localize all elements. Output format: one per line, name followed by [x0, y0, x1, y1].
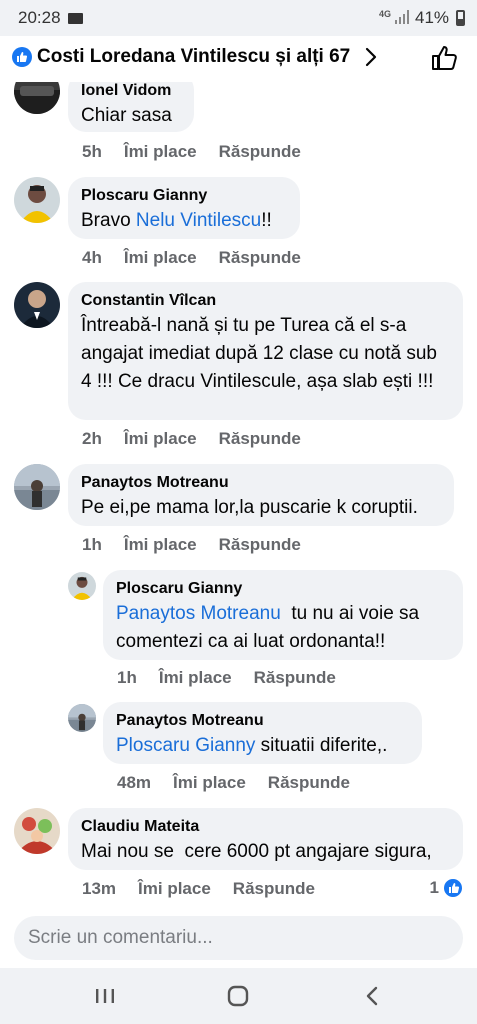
comment-item: Ionel Vidom Chiar sasa 5h Îmi place Răspun… [0, 82, 477, 172]
comment-time: 13m [82, 879, 117, 898]
signal-icon [395, 10, 409, 24]
comment-bubble: Ploscaru Gianny Bravo Nelu Vintilescu!! [68, 177, 300, 239]
comment-text-suffix: !! [261, 210, 272, 231]
avatar[interactable] [14, 177, 60, 223]
status-bar: 20:28 4G 41% [0, 0, 477, 36]
reply-link[interactable]: Răspunde [268, 773, 350, 793]
avatar[interactable] [68, 572, 96, 600]
comment-time: 1h [82, 535, 102, 554]
comment-item: Ploscaru Gianny Bravo Nelu Vintilescu!! … [0, 177, 477, 277]
comment-meta: 48m Îmi place Răspunde [117, 773, 372, 793]
chevron-right-icon[interactable] [363, 46, 379, 68]
comment-author[interactable]: Ploscaru Gianny [81, 185, 287, 207]
recent-apps-icon[interactable] [90, 982, 120, 1010]
avatar[interactable] [14, 464, 60, 510]
comment-meta: 2h Îmi place Răspunde [82, 429, 323, 449]
comment-bubble: Panaytos Motreanu Pe ei,pe mama lor,la p… [68, 464, 454, 526]
comment-time: 2h [82, 429, 102, 448]
comment-text-prefix: Bravo [81, 210, 136, 231]
avatar[interactable] [14, 82, 60, 114]
comment-item: Claudiu Mateita Mai nou se cere 6000 pt … [0, 808, 477, 908]
comment-text: Panaytos Motreanu tu nu ai voie sa comen… [116, 600, 456, 656]
comment-author[interactable]: Panaytos Motreanu [116, 710, 409, 732]
comment-meta: 1h Îmi place Răspunde [82, 535, 323, 555]
comment-time: 1h [117, 668, 137, 687]
reply-link[interactable]: Răspunde [219, 429, 301, 449]
reply-link[interactable]: Răspunde [233, 879, 315, 899]
comment-meta: 4h Îmi place Răspunde [82, 248, 323, 268]
comment-time: 48m [117, 773, 152, 792]
status-time: 20:28 [18, 8, 61, 27]
comment-text: Întreabă-l nană și tu pe Turea că el s-a… [81, 315, 437, 392]
comment-author[interactable]: Claudiu Mateita [81, 816, 450, 838]
comment-text: Bravo Nelu Vintilescu!! [81, 207, 287, 235]
mention-link[interactable]: Panaytos Motreanu [116, 603, 281, 624]
mention-link[interactable]: Ploscaru Gianny [116, 735, 255, 756]
comment-item: Panaytos Motreanu Pe ei,pe mama lor,la p… [0, 464, 477, 564]
reply-link[interactable]: Răspunde [219, 248, 301, 268]
network-type: 4G [379, 9, 392, 19]
reply-link[interactable]: Răspunde [219, 142, 301, 162]
like-link[interactable]: Îmi place [124, 429, 197, 449]
reply-item: Panaytos Motreanu Ploscaru Gianny situat… [0, 702, 477, 802]
comment-text: Mai nou se cere 6000 pt angajare sigura, [81, 841, 432, 862]
comment-text: Ploscaru Gianny situatii diferite,. [116, 732, 409, 760]
reactors-title[interactable]: Costi Loredana Vintilescu și alți 67 [37, 46, 350, 68]
comments-list[interactable]: Ionel Vidom Chiar sasa 5h Îmi place Răspun… [0, 82, 477, 908]
comment-meta: 5h Îmi place Răspunde [82, 142, 323, 162]
comment-author[interactable]: Ionel Vidom [81, 82, 181, 102]
comment-item: Constantin Vîlcan Întreabă-l nană și tu … [0, 282, 477, 457]
comment-bubble: Constantin Vîlcan Întreabă-l nană și tu … [68, 282, 463, 420]
comment-composer [0, 908, 477, 968]
comment-meta: 13m Îmi place Răspunde [82, 879, 337, 899]
avatar[interactable] [14, 808, 60, 854]
comment-author[interactable]: Panaytos Motreanu [81, 472, 441, 494]
like-reaction-icon [443, 878, 463, 898]
system-nav-bar [0, 968, 477, 1024]
like-link[interactable]: Îmi place [173, 773, 246, 793]
comment-bubble: Panaytos Motreanu Ploscaru Gianny situat… [103, 702, 422, 764]
comment-bubble: Ionel Vidom Chiar sasa [68, 82, 194, 132]
comment-author[interactable]: Ploscaru Gianny [116, 578, 450, 600]
comment-text: Chiar sasa [81, 105, 172, 126]
like-link[interactable]: Îmi place [124, 248, 197, 268]
comment-bubble: Ploscaru Gianny Panaytos Motreanu tu nu … [103, 570, 463, 660]
comment-text-suffix: situatii diferite,. [255, 735, 388, 756]
mention-link[interactable]: Nelu Vintilescu [136, 210, 261, 231]
comment-author[interactable]: Constantin Vîlcan [81, 290, 450, 312]
mail-icon [68, 13, 83, 24]
battery-icon [456, 10, 465, 26]
comment-input[interactable] [14, 916, 463, 960]
home-icon[interactable] [223, 982, 253, 1010]
battery-percent: 41% [415, 8, 450, 27]
reaction-count: 1 [429, 878, 439, 897]
comment-time: 5h [82, 142, 102, 161]
like-badge-icon [12, 47, 32, 67]
comment-meta: 1h Îmi place Răspunde [117, 668, 358, 688]
back-icon[interactable] [357, 982, 387, 1010]
like-link[interactable]: Îmi place [124, 142, 197, 162]
reply-link[interactable]: Răspunde [219, 535, 301, 555]
reply-item: Ploscaru Gianny Panaytos Motreanu tu nu … [0, 570, 477, 695]
thumbs-up-icon[interactable] [430, 44, 460, 72]
like-link[interactable]: Îmi place [138, 879, 211, 899]
comment-text: Pe ei,pe mama lor,la puscarie k coruptii… [81, 497, 418, 518]
comment-time: 4h [82, 248, 102, 267]
reactions-header[interactable]: Costi Loredana Vintilescu și alți 67 [0, 36, 477, 82]
like-link[interactable]: Îmi place [159, 668, 232, 688]
avatar[interactable] [14, 282, 60, 328]
reaction-counter[interactable]: 1 [430, 878, 463, 898]
like-link[interactable]: Îmi place [124, 535, 197, 555]
reply-link[interactable]: Răspunde [254, 668, 336, 688]
avatar[interactable] [68, 704, 96, 732]
comment-bubble: Claudiu Mateita Mai nou se cere 6000 pt … [68, 808, 463, 870]
